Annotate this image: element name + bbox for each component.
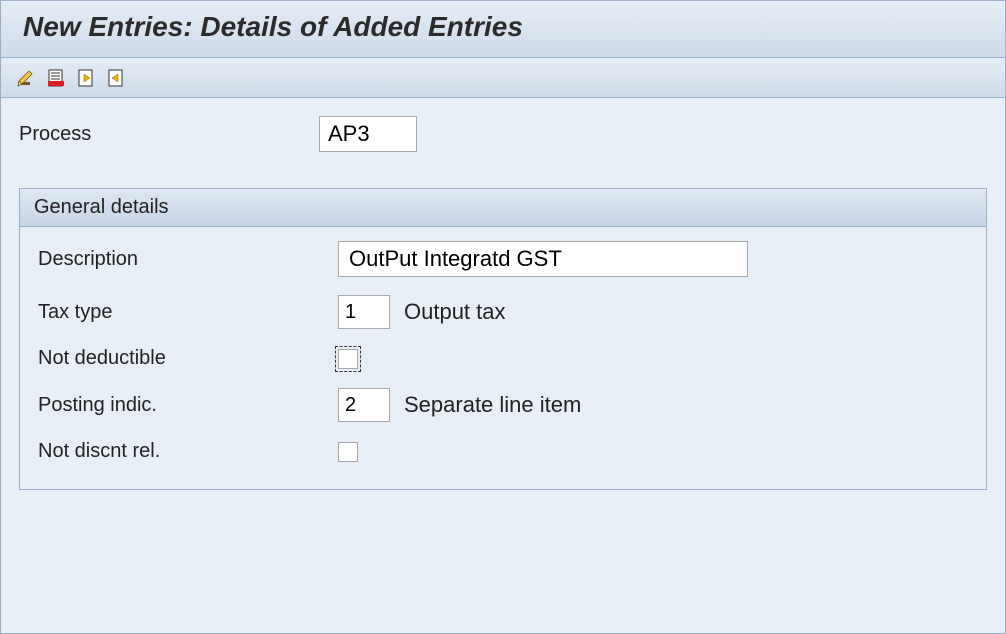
title-bar: New Entries: Details of Added Entries — [1, 1, 1005, 58]
process-input[interactable] — [319, 116, 417, 152]
next-entry-icon[interactable] — [105, 67, 127, 89]
not-deductible-label: Not deductible — [38, 347, 338, 370]
edit-icon[interactable] — [15, 67, 37, 89]
process-row: Process — [19, 116, 987, 152]
not-discnt-rel-row: Not discnt rel. — [38, 440, 968, 463]
posting-indic-label: Posting indic. — [38, 394, 338, 417]
posting-indic-row: Posting indic. Separate line item — [38, 388, 968, 422]
not-discnt-rel-label: Not discnt rel. — [38, 440, 338, 463]
not-deductible-row: Not deductible — [38, 347, 968, 370]
content-area: Process General details Description Tax … — [1, 98, 1005, 508]
group-title: General details — [20, 189, 986, 227]
not-deductible-checkbox[interactable] — [338, 349, 358, 369]
posting-indic-input[interactable] — [338, 388, 390, 422]
tax-type-row: Tax type Output tax — [38, 295, 968, 329]
page-title: New Entries: Details of Added Entries — [23, 11, 523, 42]
general-details-group: General details Description Tax type Out… — [19, 188, 987, 490]
description-input[interactable] — [338, 241, 748, 277]
prev-entry-icon[interactable] — [75, 67, 97, 89]
not-discnt-rel-checkbox[interactable] — [338, 442, 358, 462]
description-label: Description — [38, 248, 338, 271]
description-row: Description — [38, 241, 968, 277]
group-body: Description Tax type Output tax Not dedu… — [20, 227, 986, 489]
tax-type-input[interactable] — [338, 295, 390, 329]
posting-indic-text: Separate line item — [404, 392, 581, 418]
process-label: Process — [19, 123, 319, 146]
toolbar — [1, 58, 1005, 98]
tax-type-label: Tax type — [38, 301, 338, 324]
delete-icon[interactable] — [45, 67, 67, 89]
tax-type-text: Output tax — [404, 299, 506, 325]
